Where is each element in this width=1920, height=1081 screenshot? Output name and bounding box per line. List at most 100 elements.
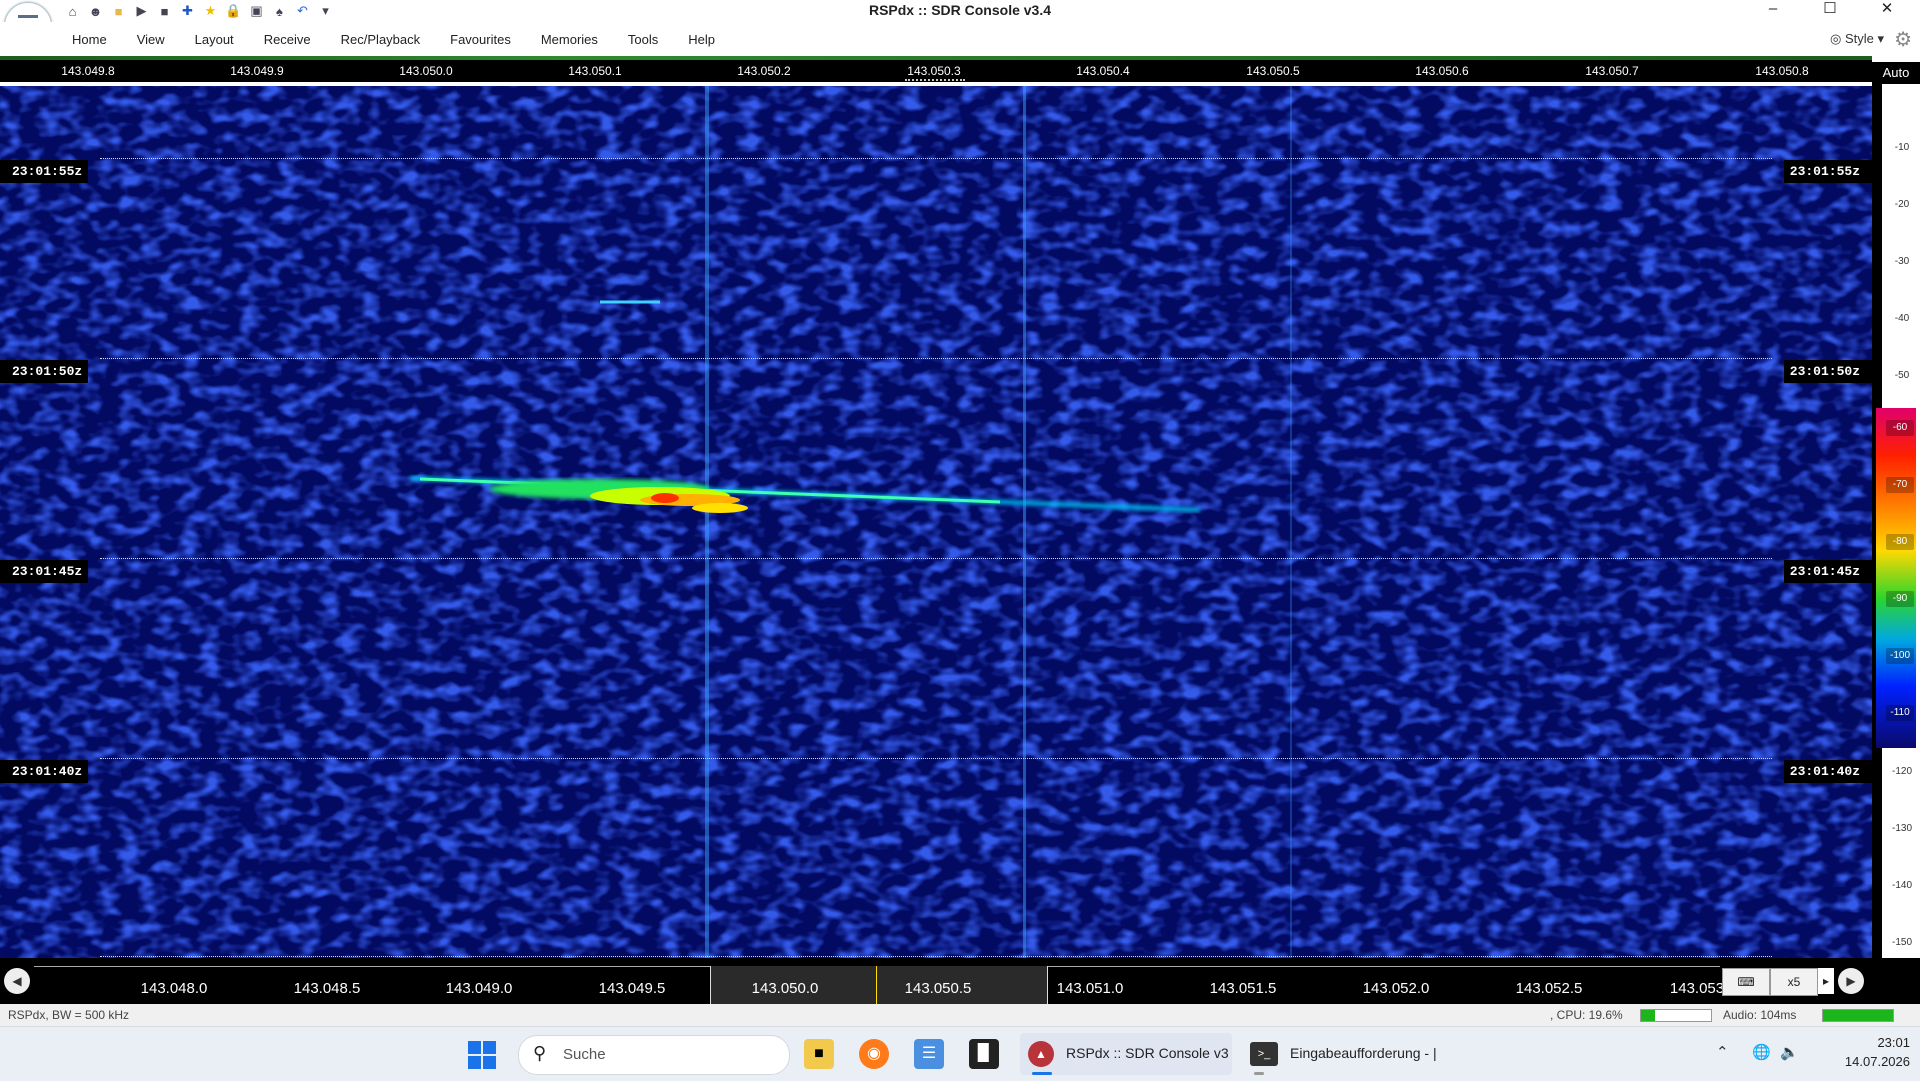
time-gridline — [100, 158, 1772, 159]
freq-bottom-label: 143.050.5 — [904, 980, 972, 997]
cpu-meter-fill — [1641, 1010, 1655, 1021]
cpu-meter — [1640, 1009, 1712, 1022]
cpu-status: , CPU: 19.6% — [1550, 1008, 1623, 1022]
time-label-left: 23:01:45z — [0, 560, 89, 583]
clock-date: 14.07.2026 — [1844, 1054, 1910, 1069]
bottom-frequency-ruler: ◀ 143.048.0 143.048.5 143.049.0 143.049.… — [0, 958, 1920, 1004]
maximize-button[interactable]: ☐ — [1807, 0, 1853, 22]
chevron-up-icon[interactable]: ⌃ — [1716, 1043, 1729, 1061]
color-gradient-bar[interactable]: -60 -70 -80 -90 -100 -110 — [1876, 408, 1916, 748]
freq-bottom-label: 143.049.0 — [445, 980, 513, 997]
notepad-icon[interactable]: ☰ — [914, 1039, 944, 1069]
freq-top-label: 143.050.3 — [907, 64, 961, 78]
db-tick: -120 — [1891, 766, 1912, 777]
time-label-right: 23:01:50z — [1783, 360, 1872, 383]
taskbar-clock[interactable]: 23:01 14.07.2026 — [1810, 1033, 1910, 1071]
menu-help[interactable]: Help — [688, 32, 715, 47]
menu-home[interactable]: Home — [72, 32, 107, 47]
minimize-button[interactable]: – — [1750, 0, 1796, 22]
keyboard-icon: ⌨ — [1737, 975, 1755, 989]
waterfall-image — [0, 86, 1872, 958]
zoom-select[interactable]: x5 — [1770, 968, 1818, 996]
freq-top-label: 143.050.5 — [1246, 64, 1300, 78]
menu-receive[interactable]: Receive — [264, 32, 311, 47]
running-indicator — [1254, 1072, 1264, 1075]
taskbar-app-sdr-console[interactable]: ▲ RSPdx :: SDR Console v3 — [1020, 1033, 1232, 1075]
db-tick: -20 — [1894, 199, 1910, 210]
time-label-right: 23:01:45z — [1783, 560, 1872, 583]
freq-top-label: 143.050.4 — [1076, 64, 1130, 78]
terminal-icon[interactable]: ▉ — [969, 1039, 999, 1069]
freq-top-label: 143.050.7 — [1585, 64, 1639, 78]
time-gridline — [100, 358, 1772, 359]
scroll-left-icon[interactable]: ◀ — [4, 968, 30, 994]
freq-bottom-label: 143.051.5 — [1209, 980, 1277, 997]
time-label-left: 23:01:55z — [0, 160, 89, 183]
freq-bottom-label: 143.052.5 — [1515, 980, 1583, 997]
freq-top-label: 143.050.0 — [399, 64, 453, 78]
menu-rec-playback[interactable]: Rec/Playback — [341, 32, 420, 47]
title-bar: ⌂ ☻ ■ ▶ ■ ✚ ★ 🔒 ▣ ♠ ↶ ▾ RSPdx :: SDR Con… — [0, 0, 1920, 50]
freq-bottom-label: 143.048.0 — [140, 980, 208, 997]
gear-icon[interactable]: ⚙ — [1894, 27, 1912, 52]
firefox-icon[interactable]: ◉ — [859, 1039, 889, 1069]
chevron-right-icon[interactable]: ▸ — [1818, 968, 1834, 994]
keyboard-button[interactable]: ⌨ — [1722, 968, 1770, 996]
radio-bandwidth-status: RSPdx, BW = 500 kHz — [8, 1008, 130, 1022]
file-explorer-icon[interactable]: ■ — [804, 1039, 834, 1069]
auto-scale-button[interactable]: Auto — [1872, 62, 1920, 84]
time-label-right: 23:01:55z — [1783, 160, 1872, 183]
menu-layout[interactable]: Layout — [195, 32, 234, 47]
time-label-left: 23:01:40z — [0, 760, 89, 783]
freq-bottom-label: 143.049.5 — [598, 980, 666, 997]
db-tick: -140 — [1891, 880, 1912, 891]
db-tick: -40 — [1894, 313, 1910, 324]
db-tick: -100 — [1886, 648, 1914, 664]
db-tick: -30 — [1894, 256, 1910, 267]
taskbar-app-command-prompt[interactable]: >_ Eingabeaufforderung - | — [1242, 1033, 1474, 1075]
audio-meter — [1822, 1009, 1894, 1022]
time-gridline — [100, 956, 1772, 957]
close-button[interactable]: ✕ — [1864, 0, 1910, 22]
freq-top-label: 143.050.1 — [568, 64, 622, 78]
windows-taskbar: ⚲ Suche ■ ◉ ☰ ▉ ▲ RSPdx :: SDR Console v… — [0, 1026, 1920, 1081]
waterfall-display[interactable]: 23:01:55z 23:01:50z 23:01:45z 23:01:40z … — [0, 86, 1872, 958]
freq-bottom-label: 143.051.0 — [1056, 980, 1124, 997]
freq-bottom-label: 143.050.0 — [751, 980, 819, 997]
db-tick: -10 — [1894, 142, 1910, 153]
menu-favourites[interactable]: Favourites — [450, 32, 511, 47]
freq-top-label: 143.050.6 — [1415, 64, 1469, 78]
globe-icon[interactable]: 🌐 — [1752, 1043, 1771, 1061]
search-icon: ⚲ — [533, 1043, 547, 1063]
menu-view[interactable]: View — [137, 32, 165, 47]
windows-start-button[interactable] — [468, 1041, 496, 1069]
db-tick: -80 — [1886, 534, 1914, 550]
db-tick: -150 — [1891, 937, 1912, 948]
menu-items: Home View Layout Receive Rec/Playback Fa… — [72, 32, 745, 47]
freq-bottom-label: 143.048.5 — [293, 980, 361, 997]
taskbar-app-label: Eingabeaufforderung - | — [1290, 1045, 1437, 1061]
sdr-console-icon: ▲ — [1028, 1041, 1054, 1067]
speaker-icon[interactable]: 🔈 — [1780, 1043, 1799, 1061]
db-tick: -70 — [1886, 477, 1914, 493]
menu-bar: Home View Layout Receive Rec/Playback Fa… — [0, 22, 1920, 56]
scroll-right-icon[interactable]: ▶ — [1838, 968, 1864, 994]
taskbar-search-box[interactable]: ⚲ Suche — [518, 1035, 790, 1075]
db-tick: -90 — [1886, 591, 1914, 607]
freq-bottom-label: 143.053 — [1669, 980, 1725, 997]
top-frequency-ruler[interactable]: 143.049.8 143.049.9 143.050.0 143.050.1 … — [0, 60, 1872, 82]
status-bar: RSPdx, BW = 500 kHz , CPU: 19.6% Audio: … — [0, 1004, 1920, 1026]
chevron-down-icon: ▾ — [1877, 31, 1884, 46]
menu-memories[interactable]: Memories — [541, 32, 598, 47]
db-tick: -110 — [1886, 705, 1914, 721]
window-title: RSPdx :: SDR Console v3.4 — [868, 2, 1052, 18]
time-label-left: 23:01:50z — [0, 360, 89, 383]
style-dropdown[interactable]: ◎ Style ▾ — [1830, 31, 1884, 47]
time-gridline — [100, 558, 1772, 559]
tuning-marker — [905, 79, 965, 83]
clock-time: 23:01 — [1877, 1035, 1910, 1050]
frequency-ticks[interactable]: 143.048.0 143.048.5 143.049.0 143.049.5 … — [34, 958, 1724, 1004]
freq-top-label: 143.049.9 — [230, 64, 284, 78]
menu-tools[interactable]: Tools — [628, 32, 658, 47]
freq-top-label: 143.049.8 — [61, 64, 115, 78]
